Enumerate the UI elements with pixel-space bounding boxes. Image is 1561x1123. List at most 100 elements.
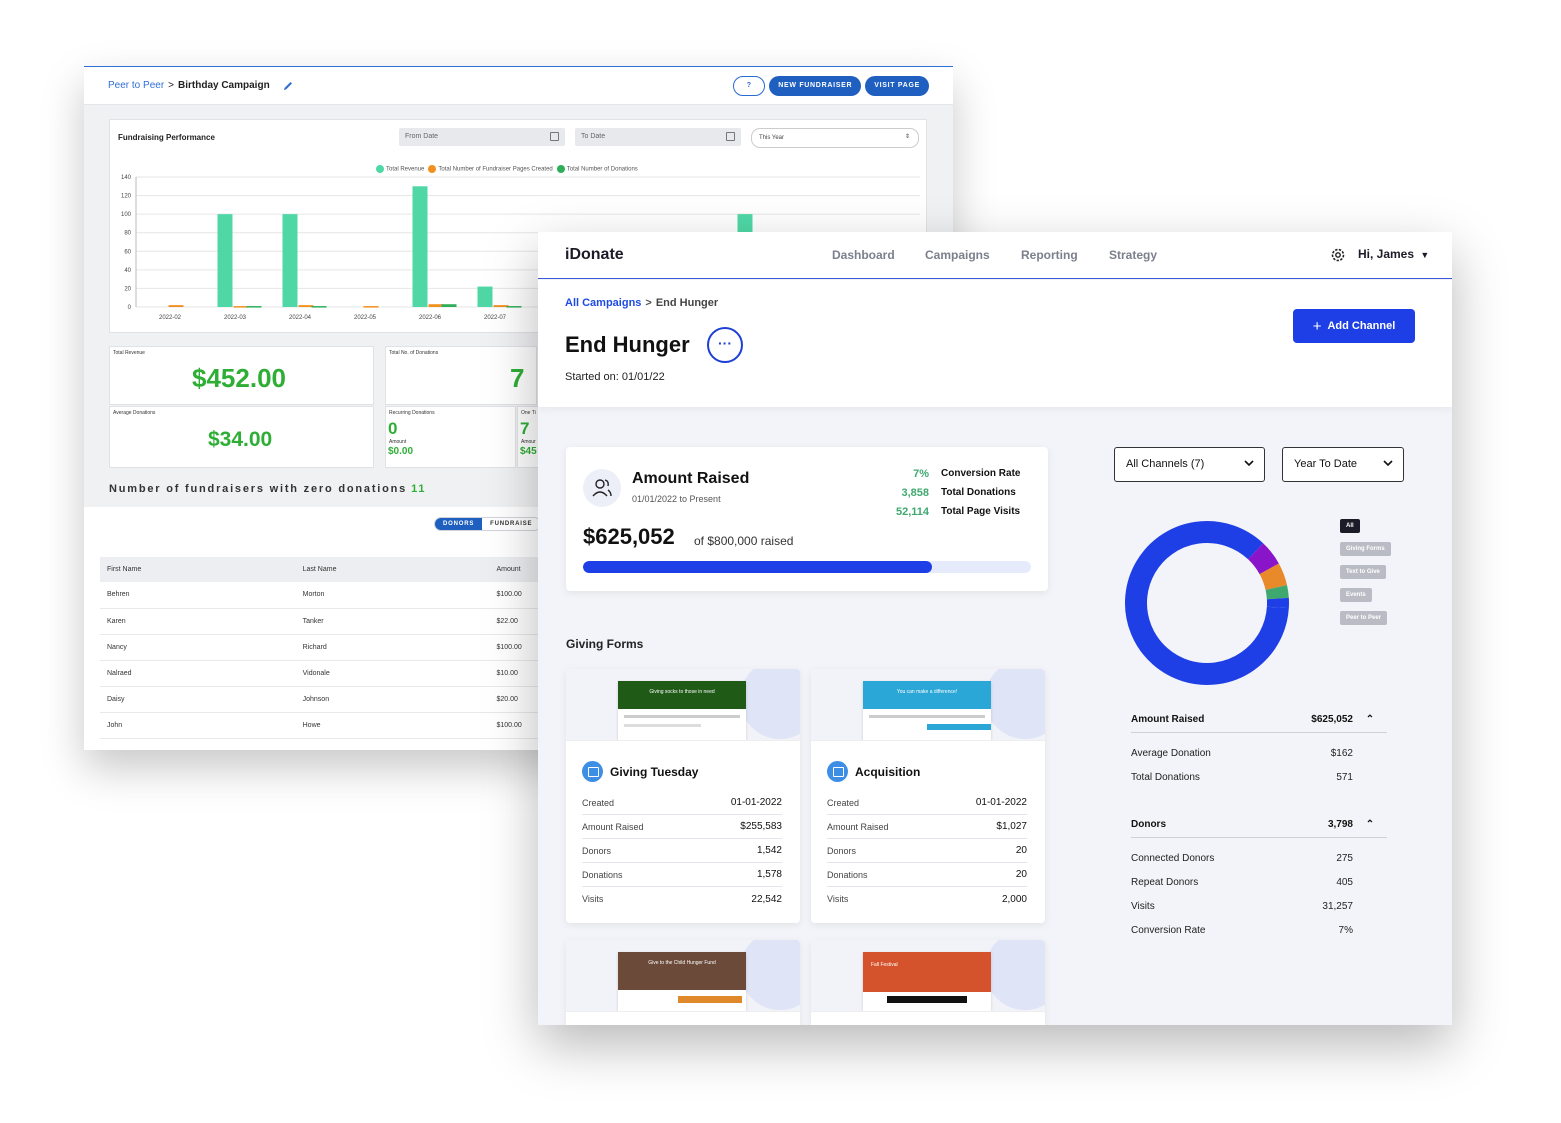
preview-button xyxy=(887,996,967,1003)
user-menu[interactable]: Hi, James ▼ xyxy=(1358,247,1429,261)
amount-summary-header[interactable]: Amount Raised $625,052 ⌃ xyxy=(1131,707,1387,733)
form-stat-label: Visits xyxy=(582,894,604,904)
amount-raised-card: Amount Raised 01/01/2022 to Present 7% Co… xyxy=(566,447,1048,591)
y-tick-label: 0 xyxy=(128,305,132,311)
form-stat-row: Created 01-01-2022 xyxy=(827,791,1027,815)
table-cell: Morton xyxy=(295,582,490,609)
donut-segment[interactable] xyxy=(1265,585,1289,600)
form-stat-row: Donors 1,542 xyxy=(582,839,782,863)
stat-row: 7% Conversion Rate xyxy=(856,464,1020,483)
more-options-button[interactable]: ··· xyxy=(707,327,743,363)
donut-segment[interactable] xyxy=(1247,543,1279,575)
giving-form-card[interactable]: Fall Festival xyxy=(811,940,1045,1025)
gear-icon[interactable] xyxy=(1330,247,1346,263)
tab-donors[interactable]: DONORS xyxy=(435,518,483,530)
bar[interactable] xyxy=(233,306,249,308)
form-thumbnail: Giving socks to those in need xyxy=(566,669,800,741)
period-select[interactable]: Year To Date xyxy=(1282,447,1404,482)
bar[interactable] xyxy=(506,306,522,308)
zero-donations-count: 11 xyxy=(411,483,427,495)
bar[interactable] xyxy=(168,305,184,307)
chip-peer-to-peer[interactable]: Peer to Peer xyxy=(1340,611,1388,625)
nav-reporting[interactable]: Reporting xyxy=(1021,248,1078,262)
chip-all[interactable]: All xyxy=(1340,519,1360,533)
bar[interactable] xyxy=(493,305,509,307)
chevron-up-icon[interactable]: ⌃ xyxy=(1353,714,1387,725)
summary-label: Connected Donors xyxy=(1131,852,1215,864)
y-tick-label: 60 xyxy=(124,249,131,255)
zero-donations-text: Number of fundraisers with zero donation… xyxy=(109,483,408,495)
bar[interactable] xyxy=(246,306,262,308)
edit-pencil-icon[interactable] xyxy=(282,80,294,92)
range-select[interactable]: This Year ⇕ xyxy=(751,128,919,148)
giving-forms-title: Giving Forms xyxy=(566,637,644,651)
chip-giving-forms[interactable]: Giving Forms xyxy=(1340,542,1391,556)
greeting-text: Hi, James xyxy=(1358,247,1415,261)
preview-header: You can make a difference! xyxy=(863,681,991,709)
form-name: Giving Tuesday xyxy=(582,761,698,782)
summary-label: Conversion Rate xyxy=(1131,924,1206,936)
nav-strategy[interactable]: Strategy xyxy=(1109,248,1157,262)
form-stat-label: Amount Raised xyxy=(582,821,644,832)
range-value: This Year xyxy=(759,135,785,141)
form-stat-label: Donations xyxy=(827,869,868,880)
table-cell: John xyxy=(100,712,296,739)
bar[interactable] xyxy=(441,304,457,307)
bar[interactable] xyxy=(298,305,314,307)
form-name: Acquisition xyxy=(827,761,920,782)
giving-form-card[interactable]: You can make a difference! Acquisition C… xyxy=(811,669,1045,923)
chip-text-to-give[interactable]: Text to Give xyxy=(1340,565,1386,579)
summary-row: Average Donation $162 xyxy=(1131,741,1387,765)
breadcrumb-sep: > xyxy=(645,297,652,309)
giving-form-card[interactable]: Give to the Child Hunger Fund xyxy=(566,940,800,1025)
form-stat-row: Visits 2,000 xyxy=(827,887,1027,911)
bar[interactable] xyxy=(428,304,444,307)
amount-period: 01/01/2022 to Present xyxy=(632,494,721,504)
giving-form-card[interactable]: Giving socks to those in need Giving Tue… xyxy=(566,669,800,923)
bar[interactable] xyxy=(477,286,493,307)
form-stat-label: Created xyxy=(582,797,615,808)
bar[interactable] xyxy=(363,306,379,308)
bar[interactable] xyxy=(217,214,233,307)
y-tick-label: 20 xyxy=(124,286,131,292)
new-fundraiser-button[interactable]: NEW FUNDRAISER xyxy=(769,75,862,96)
y-tick-label: 120 xyxy=(121,194,132,200)
donut-segment[interactable] xyxy=(1259,563,1288,591)
bar[interactable] xyxy=(282,214,298,307)
table-cell: Johnson xyxy=(295,686,490,713)
form-stat-label: Amount Raised xyxy=(827,821,889,832)
form-stat-value: 1,578 xyxy=(756,869,782,880)
breadcrumb-parent[interactable]: Peer to Peer xyxy=(108,80,164,91)
from-date-input[interactable]: From Date xyxy=(399,128,565,146)
page-title: End Hunger xyxy=(565,332,690,357)
table-cell: Nancy xyxy=(100,634,296,661)
gift-icon xyxy=(582,761,603,782)
channels-select[interactable]: All Channels (7) xyxy=(1114,447,1265,482)
to-date-input[interactable]: To Date xyxy=(575,128,741,146)
help-button[interactable]: ? xyxy=(733,75,766,96)
breadcrumb-current: End Hunger xyxy=(655,297,719,309)
form-preview: Giving socks to those in need xyxy=(618,681,746,740)
users-icon xyxy=(583,469,621,507)
started-date: Started on: 01/01/22 xyxy=(565,371,665,383)
breadcrumb-all-campaigns[interactable]: All Campaigns xyxy=(565,297,641,309)
add-channel-button[interactable]: + Add Channel xyxy=(1293,309,1415,343)
table-cell: Behren xyxy=(100,582,296,609)
bar[interactable] xyxy=(412,186,428,307)
column-header[interactable]: First Name xyxy=(100,557,296,582)
visit-page-button[interactable]: VISIT PAGE xyxy=(865,75,929,96)
donors-summary-header[interactable]: Donors 3,798 ⌃ xyxy=(1131,812,1387,838)
y-tick-label: 140 xyxy=(121,175,132,181)
bar[interactable] xyxy=(311,306,327,308)
nav-campaigns[interactable]: Campaigns xyxy=(925,248,990,262)
y-tick-label: 40 xyxy=(124,268,131,274)
table-cell: Daisy xyxy=(100,686,296,713)
column-header[interactable]: Last Name xyxy=(295,557,490,582)
tab-fundraisers[interactable]: FUNDRAISE xyxy=(482,518,541,530)
donors-summary: Donors 3,798 ⌃ Connected Donors 275 Repea… xyxy=(1131,812,1387,942)
chevron-up-icon[interactable]: ⌃ xyxy=(1353,819,1387,830)
idonate-logo[interactable]: iDonate xyxy=(565,246,624,264)
chip-events[interactable]: Events xyxy=(1340,588,1372,602)
nav-dashboard[interactable]: Dashboard xyxy=(832,248,895,262)
form-thumbnail: You can make a difference! xyxy=(811,669,1045,741)
